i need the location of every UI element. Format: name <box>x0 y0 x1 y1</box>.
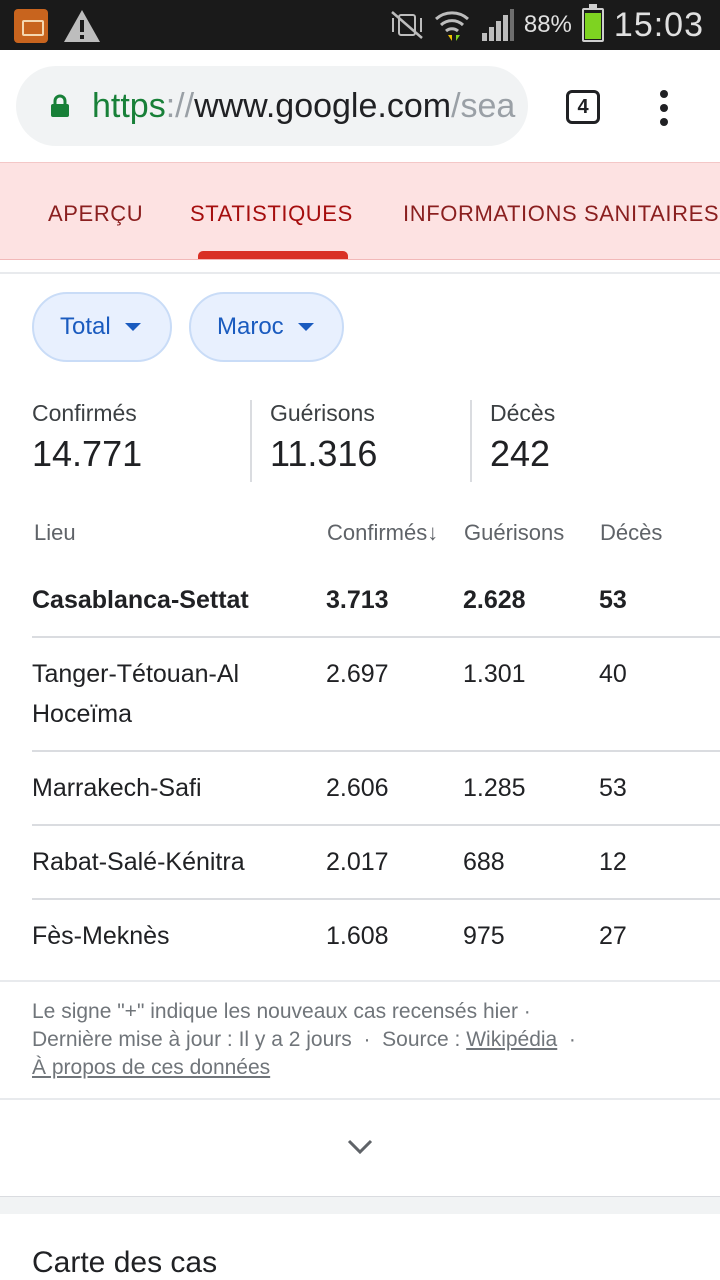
stat-confirmed: Confirmés 14.771 <box>32 400 142 482</box>
address-bar[interactable]: https://www.google.com/sea <box>16 66 528 146</box>
cell-confirmes: 2.697 <box>326 660 389 688</box>
last-updated: Dernière mise à jour : Il y a 2 jours <box>32 1028 352 1051</box>
table-row[interactable]: Casablanca-Settat 3.713 2.628 53 <box>32 568 720 638</box>
cell-deces: 27 <box>599 922 627 950</box>
lock-icon <box>51 94 69 117</box>
table-row[interactable]: Marrakech-Safi 2.606 1.285 53 <box>32 752 720 826</box>
table-row[interactable]: Rabat-Salé-Kénitra 2.017 688 12 <box>32 826 720 900</box>
clock: 15:03 <box>613 5 704 44</box>
column-header-lieu[interactable]: Lieu <box>34 520 76 546</box>
scope-filter-chip[interactable]: Total <box>32 292 172 362</box>
warning-icon <box>62 8 102 44</box>
cell-lieu: Tanger-Tétouan-Al Hoceïma <box>32 660 240 728</box>
region-filter-chip[interactable]: Maroc <box>189 292 344 362</box>
cell-lieu: Rabat-Salé-Kénitra <box>32 848 245 876</box>
map-section-title: Carte des cas <box>32 1246 218 1279</box>
cell-guerisons: 2.628 <box>463 586 526 614</box>
tab-informations-sanitaires[interactable]: INFORMATIONS SANITAIRES <box>403 201 719 227</box>
divider <box>0 272 720 274</box>
about-data-link[interactable]: À propos de ces données <box>32 1056 270 1079</box>
cell-deces: 53 <box>599 774 627 802</box>
cell-guerisons: 975 <box>463 922 505 950</box>
table-row[interactable]: Fès-Meknès 1.608 975 27 <box>32 900 720 974</box>
sort-down-arrow-icon: ↓ <box>427 520 439 545</box>
cell-deces: 40 <box>599 660 627 688</box>
stat-deaths-label: Décès <box>490 400 556 426</box>
video-app-icon <box>14 9 48 43</box>
stat-confirmed-value: 14.771 <box>32 433 143 474</box>
tab-apercu[interactable]: APERÇU <box>48 201 143 227</box>
browser-toolbar: https://www.google.com/sea 4 <box>0 50 720 162</box>
url-text: https://www.google.com/sea <box>92 87 516 125</box>
stat-recovered-value: 11.316 <box>270 433 378 474</box>
stat-confirmed-label: Confirmés <box>32 400 137 426</box>
battery-percent: 88% <box>523 11 572 38</box>
cell-confirmes: 3.713 <box>326 586 389 614</box>
chevron-down-icon <box>297 323 314 331</box>
source-label: Source : <box>382 1028 461 1051</box>
divider <box>0 980 720 982</box>
stat-deaths-value: 242 <box>490 433 551 474</box>
stat-divider <box>470 400 472 482</box>
cell-guerisons: 1.301 <box>463 660 526 688</box>
stat-deaths: Décès 242 <box>490 400 555 482</box>
section-tabs: APERÇU STATISTIQUES INFORMATIONS SANITAI… <box>0 162 720 260</box>
column-header-confirmes[interactable]: Confirmés↓ <box>327 520 438 546</box>
footer-about: À propos de ces données <box>32 1054 692 1082</box>
mute-vibrate-icon <box>391 11 423 39</box>
overflow-menu-icon[interactable] <box>652 88 676 128</box>
stat-divider <box>250 400 252 482</box>
region-filter-label: Maroc <box>217 313 284 340</box>
divider <box>0 1098 720 1100</box>
tab-statistiques[interactable]: STATISTIQUES <box>190 201 353 227</box>
stat-recovered: Guérisons 11.316 <box>270 400 377 482</box>
table-row[interactable]: Tanger-Tétouan-Al Hoceïma 2.697 1.301 40 <box>32 638 720 752</box>
stat-recovered-label: Guérisons <box>270 400 375 426</box>
cell-deces: 12 <box>599 848 627 876</box>
source-link-wikipedia[interactable]: Wikipédia <box>466 1028 557 1051</box>
chevron-down-icon <box>124 323 141 331</box>
cell-confirmes: 2.606 <box>326 774 389 802</box>
cell-confirmes: 2.017 <box>326 848 389 876</box>
column-header-guerisons[interactable]: Guérisons <box>464 520 564 546</box>
column-header-deces[interactable]: Décès <box>600 520 662 546</box>
tab-switcher-button[interactable]: 4 <box>566 90 600 124</box>
cell-confirmes: 1.608 <box>326 922 389 950</box>
cell-guerisons: 1.285 <box>463 774 526 802</box>
cell-lieu: Casablanca-Settat <box>32 586 249 614</box>
cell-guerisons: 688 <box>463 848 505 876</box>
wifi-icon <box>434 11 469 41</box>
status-bar: 88% 15:03 <box>0 0 720 50</box>
signal-icon <box>481 9 514 41</box>
footer-note: Le signe "+" indique les nouveaux cas re… <box>32 1000 531 1023</box>
footer-update-line: Dernière mise à jour : Il y a 2 jours · … <box>32 1028 576 1051</box>
scope-filter-label: Total <box>60 313 111 340</box>
cell-lieu: Fès-Meknès <box>32 922 170 950</box>
battery-icon <box>581 4 604 42</box>
cell-deces: 53 <box>599 586 627 614</box>
cell-lieu: Marrakech-Safi <box>32 774 202 802</box>
section-gap <box>0 1196 720 1214</box>
expand-chevron-icon[interactable] <box>346 1138 374 1156</box>
active-tab-indicator <box>198 251 348 259</box>
